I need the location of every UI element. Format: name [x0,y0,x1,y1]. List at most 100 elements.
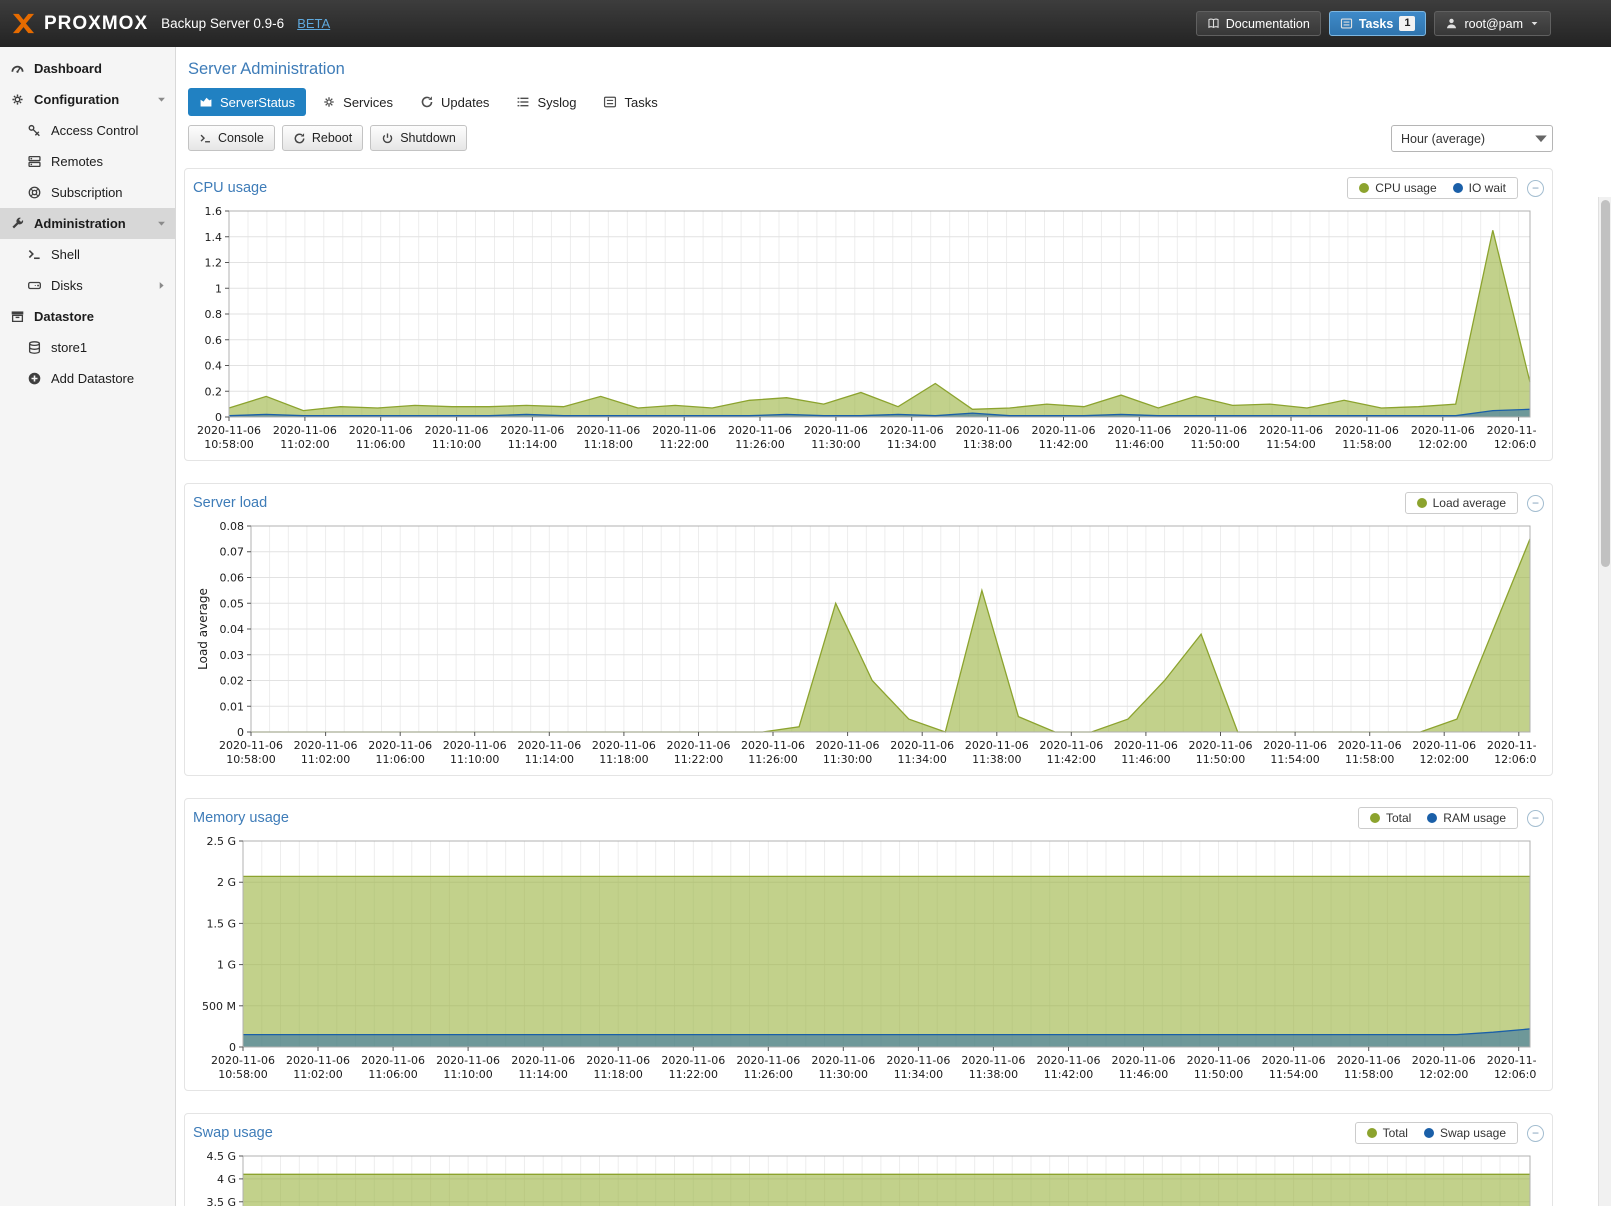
sidebar-item-remotes[interactable]: Remotes [0,146,175,177]
svg-text:11:26:00: 11:26:00 [748,753,797,766]
svg-text:2020-11-06: 2020-11-06 [1338,739,1402,752]
svg-text:10:58:00: 10:58:00 [226,753,275,766]
legend-item: Load average [1417,496,1506,510]
svg-text:11:54:00: 11:54:00 [1266,438,1315,451]
gears-icon [10,92,25,107]
sidebar-item-subscription[interactable]: Subscription [0,177,175,208]
svg-text:11:14:00: 11:14:00 [508,438,557,451]
product-version: Backup Server 0.9-6 [161,16,284,31]
svg-text:11:38:00: 11:38:00 [969,1068,1018,1081]
sidebar-item-datastore[interactable]: Datastore [0,301,175,332]
legend-label: Total [1386,811,1411,825]
sidebar-item-access-control[interactable]: Access Control [0,115,175,146]
proxmox-logo-icon [10,12,37,35]
svg-text:11:14:00: 11:14:00 [518,1068,567,1081]
power-icon [381,132,394,145]
legend-dot [1417,498,1427,508]
tab-syslog[interactable]: Syslog [505,88,587,116]
brand-name: PROXMOX [44,13,148,35]
legend-item: CPU usage [1359,181,1436,195]
chart-svg-memory-usage: 0500 M1 G1.5 G2 G2.5 G2020-11-0610:58:00… [193,831,1536,1083]
svg-text:11:02:00: 11:02:00 [293,1068,342,1081]
svg-text:2020-11-06: 2020-11-06 [576,424,640,437]
svg-text:2020-11-06: 2020-11-06 [661,1054,725,1067]
chart-panel-cpu-usage: CPU usage CPU usage IO wait − 00.20.40.6… [184,168,1553,461]
sidebar-item-dashboard[interactable]: Dashboard [0,53,175,84]
sidebar-item-label: Add Datastore [51,371,134,386]
timeframe-select[interactable]: Hour (average) [1391,125,1553,152]
collapse-panel-button[interactable]: − [1527,495,1544,512]
chart-panel-server-load: Server load Load average − 00.010.020.03… [184,483,1553,776]
tab-tasks[interactable]: Tasks [592,88,668,116]
list-icon [516,95,530,109]
beta-link[interactable]: BETA [297,16,330,31]
svg-text:0.05: 0.05 [220,597,245,610]
svg-text:2020-11-06: 2020-11-06 [197,424,261,437]
svg-text:2020-11-06: 2020-11-06 [443,739,507,752]
shutdown-button[interactable]: Shutdown [370,125,467,151]
chart-server-load: 00.010.020.030.040.050.060.070.082020-11… [193,516,1544,773]
chart-svg-cpu-usage: 00.20.40.60.811.21.41.62020-11-0610:58:0… [193,201,1536,453]
sidebar-item-disks[interactable]: Disks [0,270,175,301]
svg-text:11:02:00: 11:02:00 [301,753,350,766]
svg-text:11:58:00: 11:58:00 [1345,753,1394,766]
tasks-button[interactable]: Tasks 1 [1329,11,1427,36]
sidebar-item-administration[interactable]: Administration [0,208,175,239]
sidebar-item-shell[interactable]: Shell [0,239,175,270]
svg-text:0.8: 0.8 [205,308,223,321]
svg-text:2020-11-06: 2020-11-06 [1337,1054,1401,1067]
svg-text:11:50:00: 11:50:00 [1190,438,1239,451]
vertical-scrollbar[interactable] [1598,197,1611,1206]
svg-text:2020-11-06: 2020-11-06 [956,424,1020,437]
tab-services[interactable]: Services [311,88,404,116]
documentation-button[interactable]: Documentation [1196,11,1321,36]
sidebar-item-store1[interactable]: store1 [0,332,175,363]
svg-text:1 G: 1 G [217,959,236,972]
header-actions: Documentation Tasks 1 root@pam [1196,11,1551,36]
collapse-panel-button[interactable]: − [1527,180,1544,197]
svg-text:11:46:00: 11:46:00 [1115,438,1164,451]
svg-text:2020-11-06: 2020-11-06 [211,1054,275,1067]
legend-label: Total [1383,1126,1408,1140]
list-alt-icon [603,95,617,109]
combo-caret-icon[interactable] [1530,126,1552,151]
svg-text:11:06:00: 11:06:00 [356,438,405,451]
svg-text:2020-11-06: 2020-11-06 [1335,424,1399,437]
svg-text:1.6: 1.6 [205,205,223,218]
sidebar-item-add-datastore[interactable]: Add Datastore [0,363,175,394]
svg-text:2020-11-06: 2020-11-06 [586,1054,650,1067]
svg-text:2020-11-06: 2020-11-06 [1411,424,1475,437]
svg-text:2.5 G: 2.5 G [206,835,236,848]
caret-down-icon[interactable] [155,217,168,230]
scrollbar-thumb[interactable] [1601,200,1610,567]
wrench-icon [10,216,25,231]
tab-updates[interactable]: Updates [409,88,500,116]
collapse-panel-button[interactable]: − [1527,810,1544,827]
user-menu-button[interactable]: root@pam [1434,11,1551,36]
brand: PROXMOX Backup Server 0.9-6 BETA [10,12,330,35]
svg-text:2020-11-06: 2020-11-06 [286,1054,350,1067]
archive-icon [10,309,25,324]
tasks-icon [1340,17,1353,30]
svg-text:2020-11-06: 2020-11-06 [1037,1054,1101,1067]
svg-text:11:54:00: 11:54:00 [1269,1068,1318,1081]
tab-serverstatus[interactable]: ServerStatus [188,88,306,116]
collapse-panel-button[interactable]: − [1527,1125,1544,1142]
lifebuoy-icon [27,185,42,200]
reboot-icon [293,132,306,145]
tab-bar: ServerStatus Services Updates Syslog Tas… [176,79,1611,116]
svg-text:0.6: 0.6 [205,334,223,347]
reboot-button[interactable]: Reboot [282,125,363,151]
svg-text:2020-11-06: 2020-11-06 [511,1054,575,1067]
sidebar-item-label: Subscription [51,185,123,200]
caret-right-icon[interactable] [155,279,168,292]
svg-text:2020-11-06: 2020-11-06 [886,1054,950,1067]
console-button[interactable]: Console [188,125,275,151]
chart-memory-usage: 0500 M1 G1.5 G2 G2.5 G2020-11-0610:58:00… [193,831,1544,1088]
svg-text:11:18:00: 11:18:00 [584,438,633,451]
svg-text:11:34:00: 11:34:00 [887,438,936,451]
panel-title: Server load [193,495,267,511]
caret-down-icon[interactable] [155,93,168,106]
sidebar-item-configuration[interactable]: Configuration [0,84,175,115]
sidebar: Dashboard Configuration Access Control R… [0,47,176,1206]
